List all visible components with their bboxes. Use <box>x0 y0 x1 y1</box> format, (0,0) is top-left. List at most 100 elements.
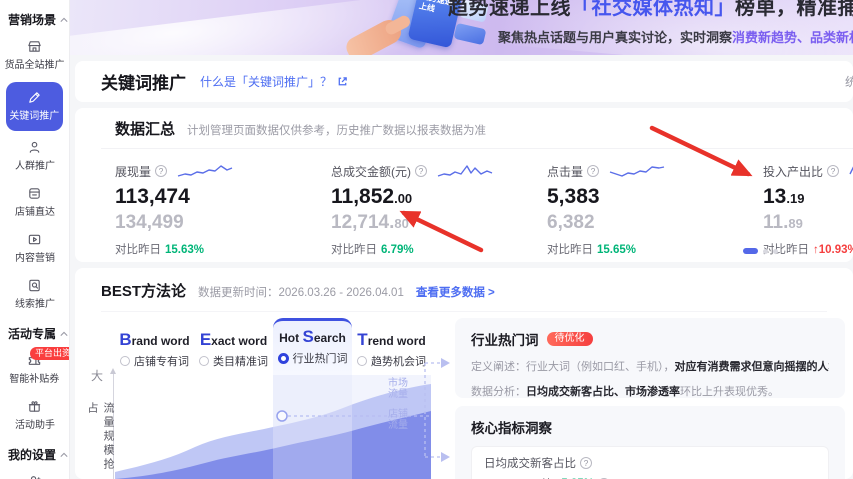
metric-gmv: 总成交金额(元) ? 11,852.00 12,714.80 对比昨日 6.79% <box>331 162 547 257</box>
radio-checked[interactable] <box>277 352 289 364</box>
metric-compare: 对比昨日 15.65% <box>547 244 637 256</box>
metric-value: 5,383 <box>547 185 600 208</box>
sidebar-item-my-follows[interactable]: 我的关注 <box>0 468 69 479</box>
sparkline <box>849 166 853 175</box>
sidebar-item-label: 智能补贴券 <box>9 373 60 385</box>
best-update-time: 数据更新时间：2026.03.26 - 2026.04.01 <box>198 287 404 299</box>
metric-value: 11,852.00 <box>331 185 413 208</box>
metric-secondary-value: 11.89 <box>763 212 803 233</box>
tab-brand-word[interactable]: Brand word 店铺专有词 <box>115 318 194 375</box>
main-area: 趋势速递 上线 ✦ 趋势速递上线「社交媒体热知」榜单，精准捕捉 聚焦热点话题与用… <box>70 0 853 479</box>
pagination-dot[interactable] <box>763 248 768 254</box>
sidebar-item-smart-coupon[interactable]: 平台出资 智能补贴券 <box>0 347 69 393</box>
metric-secondary-value: 12,714.80 <box>331 212 409 233</box>
sidebar-section-marketing-scenes[interactable]: 营销场景 <box>0 4 69 33</box>
banner-chip-2 <box>453 22 487 46</box>
compare-value: 15.65% <box>597 244 637 256</box>
sidebar: 营销场景 货品全站推广 关键词推广 人群推广 店铺直达 内容营销 线索推广 活动… <box>0 0 70 479</box>
best-methodology-card: BEST方法论 数据更新时间：2026.03.26 - 2026.04.01 查… <box>75 268 853 479</box>
sidebar-item-full-site-promo[interactable]: 货品全站推广 <box>0 33 69 79</box>
sparkline <box>177 165 233 177</box>
hot-word-insight-card: 行业热门词 待优化 定义阐述：行业大词（例如口红、手机），对应有消费需求但意向摇… <box>455 318 845 398</box>
chevron-up-icon <box>60 331 68 336</box>
sidebar-item-label: 活动助手 <box>14 419 55 431</box>
to-optimize-badge: 待优化 <box>546 332 593 346</box>
metric-secondary-value: 6,382 <box>547 212 595 233</box>
tab-hot-search[interactable]: Hot Search 行业热门词 <box>273 318 352 375</box>
summary-title: 数据汇总 <box>115 121 176 138</box>
arrow-right-icon <box>441 358 450 368</box>
analysis-line: 数据分析：日均成交新客占比、市场渗透率环比上升表现优秀。 <box>471 386 779 398</box>
tab-sub-label: 店铺专有词 <box>134 356 189 368</box>
metric-label: 总成交金额(元) <box>331 164 411 179</box>
metric-label: 点击量 <box>547 164 584 179</box>
help-icon[interactable]: ? <box>415 165 427 177</box>
radio-unchecked[interactable] <box>199 356 209 366</box>
sidebar-item-label: 关键词推广 <box>9 110 60 122</box>
pagination-dot-active[interactable] <box>743 248 758 254</box>
sidebar-item-audience-promo[interactable]: 人群推广 <box>0 134 69 180</box>
metric-impressions: 展现量 ? 113,474 134,499 对比昨日 15.63% <box>115 162 331 257</box>
metric-secondary-value: 134,499 <box>115 212 184 233</box>
pagination-dot[interactable] <box>773 248 778 254</box>
radio-unchecked[interactable] <box>120 356 130 366</box>
sidebar-section-activities[interactable]: 活动专属 <box>0 318 69 347</box>
sparkline <box>437 165 493 177</box>
page-title: 关键词推广 <box>101 74 186 93</box>
traffic-area-chart <box>115 375 431 479</box>
help-icon[interactable]: ? <box>827 165 840 177</box>
help-icon[interactable]: ? <box>155 165 168 177</box>
metric-clicks: 点击量 ? 5,383 6,382 对比昨日 15.65% <box>547 162 763 257</box>
radio-unchecked[interactable] <box>357 356 367 366</box>
sidebar-item-label: 线索推广 <box>14 298 55 310</box>
axis-max-label: 大 <box>91 369 104 383</box>
video-icon <box>28 234 41 245</box>
chart-marker-circle <box>276 410 288 422</box>
metric-value: 113,474 <box>115 185 190 208</box>
gift-icon <box>28 401 41 412</box>
banner-headline: 趋势速递上线「社交媒体热知」榜单，精准捕捉 <box>448 0 853 19</box>
core-metric-insight-card: 核心指标洞察 日均成交新客占比 ? 39.83% 环比 -5.25% <box>455 406 845 479</box>
store-icon <box>28 41 41 52</box>
sparkline <box>609 166 665 177</box>
lead-search-icon <box>29 279 40 292</box>
core-insight-title: 核心指标洞察 <box>471 421 552 436</box>
sidebar-item-label: 内容营销 <box>14 252 55 264</box>
sidebar-item-content-marketing[interactable]: 内容营销 <box>0 226 69 272</box>
sidebar-item-label: 货品全站推广 <box>4 59 65 71</box>
view-more-data-link[interactable]: 查看更多数据 > <box>416 284 495 300</box>
tab-exact-word[interactable]: Exact word 类目精准词 <box>194 318 273 375</box>
best-word-tabs: Brand word 店铺专有词 Exact word 类目精准词 Hot Se… <box>115 318 431 375</box>
promo-banner[interactable]: 趋势速递 上线 ✦ 趋势速递上线「社交媒体热知」榜单，精准捕捉 聚焦热点话题与用… <box>70 0 853 55</box>
carousel-pagination <box>743 248 778 254</box>
sidebar-item-leads-promo[interactable]: 线索推广 <box>0 272 69 318</box>
sidebar-item-activity-assistant[interactable]: 活动助手 <box>0 393 69 439</box>
sidebar-item-label: 店铺直达 <box>14 206 55 218</box>
y-axis-label: 流量规模抢占 <box>86 402 114 472</box>
sidebar-item-shop-direct[interactable]: 店铺直达 <box>0 180 69 226</box>
chevron-up-icon <box>60 452 68 457</box>
metric-compare: 对比昨日 6.79% <box>331 244 414 256</box>
summary-note: 计划管理页面数据仅供参考，历史推广数据以报表数据为准 <box>187 125 487 137</box>
tab-sub-label: 行业热门词 <box>292 353 348 365</box>
platform-funded-badge: 平台出资 <box>30 347 69 360</box>
help-icon[interactable]: ? <box>587 165 600 177</box>
metric-label: 展现量 <box>115 164 152 179</box>
section-label: 营销场景 <box>8 13 57 27</box>
market-traffic-label: 市场流量 <box>388 378 408 400</box>
insight-title: 行业热门词 <box>471 333 539 348</box>
metric-compare: 对比昨日 15.63% <box>115 244 205 256</box>
sidebar-item-keyword-promo[interactable]: 关键词推广 <box>6 82 63 131</box>
what-is-keyword-promo-link[interactable]: 什么是「关键词推广」？ <box>200 73 348 90</box>
external-link-icon[interactable] <box>337 76 348 87</box>
chevron-up-icon <box>60 17 68 22</box>
sidebar-section-my-settings[interactable]: 我的设置 <box>0 439 69 468</box>
help-icon[interactable]: ? <box>580 457 592 469</box>
insight-panel: 行业热门词 待优化 定义阐述：行业大词（例如口红、手机），对应有消费需求但意向摇… <box>455 318 845 479</box>
section-label: 活动专属 <box>8 327 57 341</box>
core-metric-label: 日均成交新客占比 <box>484 458 576 470</box>
keyword-pen-icon <box>29 92 40 103</box>
app-window: 营销场景 货品全站推广 关键词推广 人群推广 店铺直达 内容营销 线索推广 活动… <box>0 0 853 479</box>
best-title: BEST方法论 <box>101 283 187 300</box>
section-label: 我的设置 <box>8 448 57 462</box>
